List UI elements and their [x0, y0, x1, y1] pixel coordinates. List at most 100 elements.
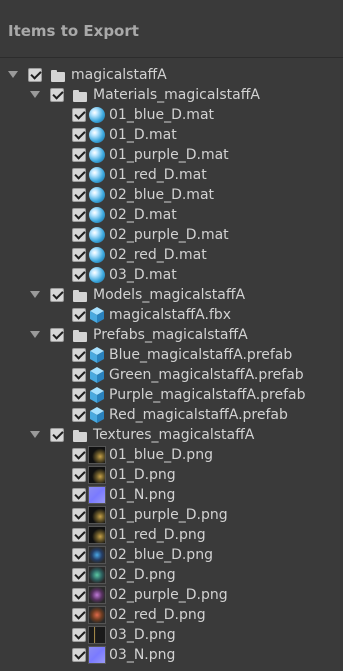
export-checkbox[interactable] — [72, 628, 86, 642]
export-checkbox[interactable] — [72, 568, 86, 582]
tree-row-red-magicalstaffa-prefab[interactable]: Red_magicalstaffA.prefab — [0, 405, 343, 425]
export-checkbox[interactable] — [50, 428, 64, 442]
foldout-arrow-icon[interactable] — [30, 291, 40, 298]
export-checkbox[interactable] — [72, 128, 86, 142]
export-checkbox[interactable] — [72, 248, 86, 262]
export-checkbox[interactable] — [72, 508, 86, 522]
tree-row-01-purple-d-mat[interactable]: 01_purple_D.mat — [0, 145, 343, 165]
texture-thumbnail-icon — [88, 546, 106, 564]
material-icon — [89, 127, 105, 143]
folder-icon — [73, 430, 87, 442]
texture-thumbnail-icon — [88, 626, 106, 644]
tree-row-textures-magicalstaffa[interactable]: Textures_magicalstaffA — [0, 425, 343, 445]
tree-row-02-purple-d-png[interactable]: 02_purple_D.png — [0, 585, 343, 605]
export-checkbox[interactable] — [72, 208, 86, 222]
panel-title: Items to Export — [8, 22, 139, 40]
texture-thumbnail-icon — [88, 586, 106, 604]
tree-item-label: 02_D.png — [109, 567, 176, 583]
tree-item-label: 01_red_D.png — [109, 527, 206, 543]
tree-row-02-red-d-png[interactable]: 02_red_D.png — [0, 605, 343, 625]
tree-row-02-blue-d-png[interactable]: 02_blue_D.png — [0, 545, 343, 565]
tree-item-label: Textures_magicalstaffA — [93, 427, 255, 443]
tree-row-01-d-png[interactable]: 01_D.png — [0, 465, 343, 485]
export-checkbox[interactable] — [72, 308, 86, 322]
tree-row-02-blue-d-mat[interactable]: 02_blue_D.mat — [0, 185, 343, 205]
tree-item-label: Materials_magicalstaffA — [93, 87, 260, 103]
tree-row-models-magicalstaffa[interactable]: Models_magicalstaffA — [0, 285, 343, 305]
tree-row-blue-magicalstaffa-prefab[interactable]: Blue_magicalstaffA.prefab — [0, 345, 343, 365]
export-checkbox[interactable] — [72, 608, 86, 622]
tree-row-01-blue-d-png[interactable]: 01_blue_D.png — [0, 445, 343, 465]
panel-header: Items to Export — [0, 0, 343, 58]
folder-icon — [73, 290, 87, 302]
export-checkbox[interactable] — [50, 288, 64, 302]
tree-item-label: 02_purple_D.png — [109, 587, 228, 603]
export-checkbox[interactable] — [72, 528, 86, 542]
tree-row-01-purple-d-png[interactable]: 01_purple_D.png — [0, 505, 343, 525]
tree-item-label: 03_N.png — [109, 647, 176, 663]
tree-item-label: 02_purple_D.mat — [109, 227, 229, 243]
tree-row-green-magicalstaffa-prefab[interactable]: Green_magicalstaffA.prefab — [0, 365, 343, 385]
tree-item-label: 01_D.png — [109, 467, 176, 483]
export-checkbox[interactable] — [72, 488, 86, 502]
tree-row-03-n-png[interactable]: 03_N.png — [0, 645, 343, 665]
tree-row-01-red-d-mat[interactable]: 01_red_D.mat — [0, 165, 343, 185]
export-checkbox[interactable] — [72, 548, 86, 562]
foldout-arrow-icon[interactable] — [30, 91, 40, 98]
tree-row-02-purple-d-mat[interactable]: 02_purple_D.mat — [0, 225, 343, 245]
texture-thumbnail-icon — [88, 566, 106, 584]
tree-item-label: Blue_magicalstaffA.prefab — [109, 347, 293, 363]
tree-row-magicalstaffa-fbx[interactable]: magicalstaffA.fbx — [0, 305, 343, 325]
tree-item-label: 02_D.mat — [109, 207, 177, 223]
tree-row-02-d-png[interactable]: 02_D.png — [0, 565, 343, 585]
tree-row-03-d-mat[interactable]: 03_D.mat — [0, 265, 343, 285]
tree-row-prefabs-magicalstaffa[interactable]: Prefabs_magicalstaffA — [0, 325, 343, 345]
prefab-icon — [88, 366, 106, 384]
foldout-arrow-icon[interactable] — [30, 431, 40, 438]
tree-item-label: 01_N.png — [109, 487, 176, 503]
texture-thumbnail-icon — [88, 606, 106, 624]
export-checkbox[interactable] — [72, 448, 86, 462]
texture-thumbnail-icon — [88, 446, 106, 464]
export-checkbox[interactable] — [72, 588, 86, 602]
export-checkbox[interactable] — [72, 108, 86, 122]
model-icon — [88, 306, 106, 324]
export-checkbox[interactable] — [28, 68, 42, 82]
export-checkbox[interactable] — [72, 408, 86, 422]
folder-icon — [73, 90, 87, 102]
export-checkbox[interactable] — [50, 328, 64, 342]
material-icon — [89, 267, 105, 283]
texture-thumbnail-icon — [88, 646, 106, 664]
export-checkbox[interactable] — [72, 648, 86, 662]
export-checkbox[interactable] — [72, 148, 86, 162]
export-checkbox[interactable] — [72, 468, 86, 482]
material-icon — [89, 167, 105, 183]
tree-row-01-d-mat[interactable]: 01_D.mat — [0, 125, 343, 145]
tree-row-02-d-mat[interactable]: 02_D.mat — [0, 205, 343, 225]
tree-row-magicalstaffa[interactable]: magicalstaffA — [0, 65, 343, 85]
export-checkbox[interactable] — [72, 168, 86, 182]
foldout-arrow-icon[interactable] — [30, 331, 40, 338]
tree-row-01-blue-d-mat[interactable]: 01_blue_D.mat — [0, 105, 343, 125]
export-checkbox[interactable] — [72, 188, 86, 202]
tree-row-materials-magicalstaffa[interactable]: Materials_magicalstaffA — [0, 85, 343, 105]
tree-row-01-n-png[interactable]: 01_N.png — [0, 485, 343, 505]
tree-row-02-red-d-mat[interactable]: 02_red_D.mat — [0, 245, 343, 265]
export-checkbox[interactable] — [72, 348, 86, 362]
tree-item-label: Green_magicalstaffA.prefab — [109, 367, 304, 383]
tree-item-label: 03_D.png — [109, 627, 176, 643]
material-icon — [89, 247, 105, 263]
export-checkbox[interactable] — [72, 368, 86, 382]
export-checkbox[interactable] — [50, 88, 64, 102]
export-checkbox[interactable] — [72, 388, 86, 402]
prefab-icon — [88, 406, 106, 424]
export-checkbox[interactable] — [72, 228, 86, 242]
tree-row-03-d-png[interactable]: 03_D.png — [0, 625, 343, 645]
prefab-icon — [88, 346, 106, 364]
material-icon — [89, 187, 105, 203]
export-checkbox[interactable] — [72, 268, 86, 282]
tree-row-purple-magicalstaffa-prefab[interactable]: Purple_magicalstaffA.prefab — [0, 385, 343, 405]
tree-item-label: Purple_magicalstaffA.prefab — [109, 387, 306, 403]
tree-row-01-red-d-png[interactable]: 01_red_D.png — [0, 525, 343, 545]
foldout-arrow-icon[interactable] — [8, 71, 18, 78]
